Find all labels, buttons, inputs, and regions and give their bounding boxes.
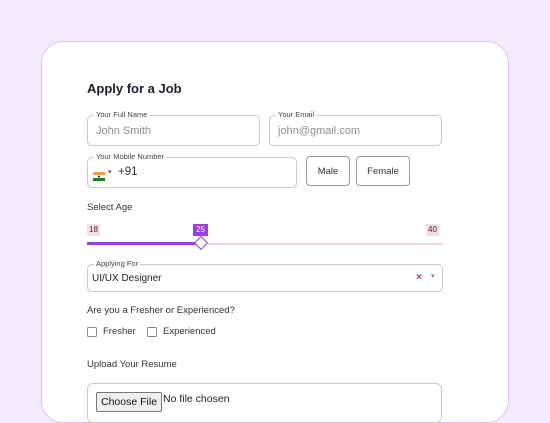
file-status-text: No file chosen [163,393,230,405]
female-button[interactable]: Female [356,156,410,186]
select-age-label: Select Age [87,202,133,213]
chevron-down-icon[interactable]: ▾ [431,272,435,280]
choose-file-button[interactable]: Choose File [96,392,163,412]
country-dropdown-caret-icon[interactable]: ▾ [108,168,112,176]
experienced-label: Experienced [163,326,216,337]
resume-file-input[interactable]: Choose File No file chosen [87,383,442,423]
experienced-checkbox[interactable] [147,327,157,337]
country-code: +91 [118,166,138,178]
email-field[interactable]: Your Email john@gmail.com [269,110,442,146]
form-title: Apply for a Job [87,81,182,96]
mobile-number-label: Your Mobile Number [94,152,167,162]
upload-resume-label: Upload Your Resume [87,359,177,370]
email-label: Your Email [276,110,316,120]
email-placeholder: john@gmail.com [278,125,361,137]
mobile-number-field[interactable]: Your Mobile Number ▾ +91 [87,152,297,188]
fresher-checkbox[interactable] [87,327,97,337]
age-value-badge: 25 [193,224,208,236]
full-name-label: Your Full Name [94,110,150,120]
full-name-field[interactable]: Your Full Name John Smith [87,110,260,146]
age-slider-fill [87,242,201,245]
full-name-placeholder: John Smith [96,125,152,137]
applying-for-select[interactable]: Applying For UI/UX Designer × ▾ [87,259,443,292]
age-min-label: 18 [87,224,100,236]
experience-question: Are you a Fresher or Experienced? [87,305,235,316]
fresher-label: Fresher [103,326,136,337]
male-button[interactable]: Male [306,156,350,186]
applying-for-value: UI/UX Designer [92,273,162,284]
india-flag-icon[interactable] [93,168,105,181]
clear-icon[interactable]: × [416,272,422,283]
applying-for-label: Applying For [94,259,141,269]
age-max-label: 40 [426,224,439,236]
